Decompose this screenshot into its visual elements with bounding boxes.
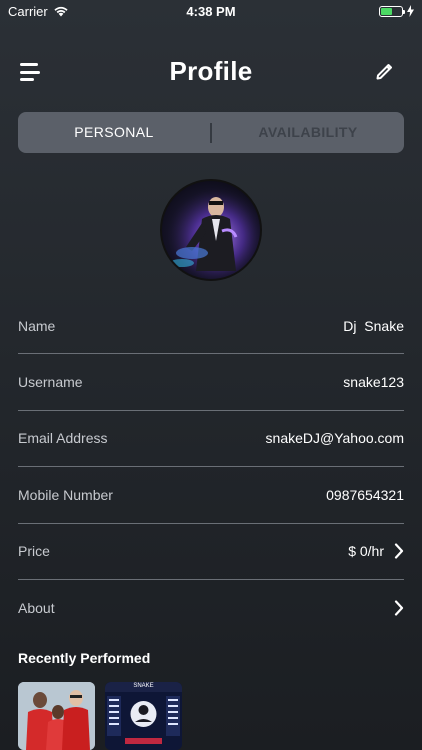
price-row[interactable]: Price $ 0/hr	[18, 524, 404, 580]
tab-personal[interactable]: PERSONAL	[18, 112, 210, 153]
mobile-value: 0987654321	[326, 486, 404, 503]
mobile-label: Mobile Number	[18, 486, 113, 503]
email-value: snakeDJ@Yahoo.com	[265, 430, 404, 447]
username-value: snake123	[343, 374, 404, 391]
thumbnail-caption: SNAKE	[133, 683, 154, 689]
about-row[interactable]: About	[18, 580, 404, 636]
tab-availability[interactable]: AVAILABILITY	[212, 112, 404, 153]
name-value: Dj Snake	[343, 317, 404, 334]
recently-performed-list: SNAKE	[18, 682, 182, 750]
recently-performed-title: Recently Performed	[18, 650, 151, 666]
battery-icon	[379, 5, 405, 17]
profile-tabs: PERSONAL AVAILABILITY	[18, 112, 404, 153]
email-label: Email Address	[18, 430, 108, 447]
menu-button[interactable]	[20, 63, 42, 81]
carrier-label: Carrier	[8, 3, 48, 19]
about-label: About	[18, 600, 55, 617]
avatar[interactable]	[160, 179, 262, 281]
price-label: Price	[18, 543, 50, 560]
price-value: $ 0/hr	[348, 543, 384, 560]
status-bar: Carrier 4:38 PM	[0, 0, 422, 22]
menu-icon-bar	[20, 63, 38, 66]
edit-button[interactable]	[374, 60, 396, 82]
username-row: Username snake123	[18, 354, 404, 411]
email-row: Email Address snakeDJ@Yahoo.com	[18, 411, 404, 468]
name-row: Name Dj Snake	[18, 298, 404, 355]
performance-thumbnail[interactable]	[18, 682, 95, 750]
nav-bar: Profile	[0, 46, 422, 96]
page-title: Profile	[169, 55, 253, 86]
name-label: Name	[18, 317, 56, 334]
wifi-icon	[54, 6, 68, 17]
menu-icon-bar	[20, 70, 40, 74]
performance-image	[18, 682, 95, 750]
edit-pencil-icon	[376, 64, 392, 80]
mobile-row: Mobile Number 0987654321	[18, 467, 404, 524]
avatar-image	[162, 181, 260, 279]
price-value-group: $ 0/hr	[348, 543, 404, 559]
charging-bolt-icon	[407, 5, 414, 17]
performance-image	[105, 682, 182, 750]
about-value-group	[394, 600, 404, 616]
chevron-right-icon	[394, 600, 404, 616]
chevron-right-icon	[394, 543, 404, 559]
status-right	[379, 5, 414, 17]
username-label: Username	[18, 374, 83, 391]
profile-info-list: Name Dj Snake Username snake123 Email Ad…	[18, 298, 404, 636]
status-left: Carrier	[8, 4, 69, 19]
menu-icon-bar	[20, 78, 34, 81]
performance-thumbnail[interactable]: SNAKE	[105, 682, 182, 750]
